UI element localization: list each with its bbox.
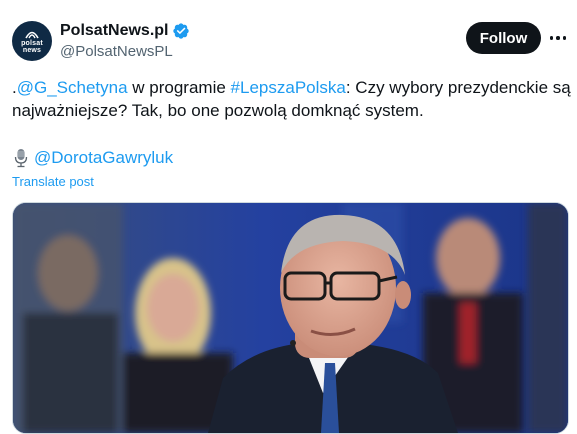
- mention-link[interactable]: @G_Schetyna: [17, 78, 128, 97]
- polsat-logo-icon: [25, 31, 39, 38]
- avatar[interactable]: polsat news: [12, 21, 52, 61]
- translate-post-link[interactable]: Translate post: [12, 174, 94, 189]
- studio-photo: [13, 203, 568, 433]
- verified-badge-icon[interactable]: [172, 22, 190, 40]
- mention-link[interactable]: @DorotaGawryluk: [34, 148, 173, 168]
- more-horizontal-icon[interactable]: [546, 26, 570, 50]
- post-media-image[interactable]: [12, 202, 569, 434]
- follow-button[interactable]: Follow: [466, 22, 541, 54]
- author-display-name[interactable]: PolsatNews.pl: [60, 22, 168, 40]
- mic-line: @DorotaGawryluk: [12, 148, 173, 168]
- post-card: polsat news PolsatNews.pl @PolsatNewsPL …: [0, 0, 577, 434]
- author-name-row: PolsatNews.pl: [60, 22, 190, 40]
- hashtag-link[interactable]: #LepszaPolska: [231, 78, 346, 97]
- tweet-text-part: w programie: [127, 78, 231, 97]
- more-dot: [562, 36, 567, 40]
- author-handle[interactable]: @PolsatNewsPL: [60, 43, 173, 60]
- microphone-icon: [14, 149, 28, 168]
- tweet-text: .@G_Schetyna w programie #LepszaPolska: …: [12, 76, 572, 122]
- more-dot: [556, 36, 560, 40]
- more-dot: [549, 36, 554, 40]
- avatar-text-line2: news: [22, 46, 42, 54]
- avatar-text-line1: polsat: [21, 39, 43, 47]
